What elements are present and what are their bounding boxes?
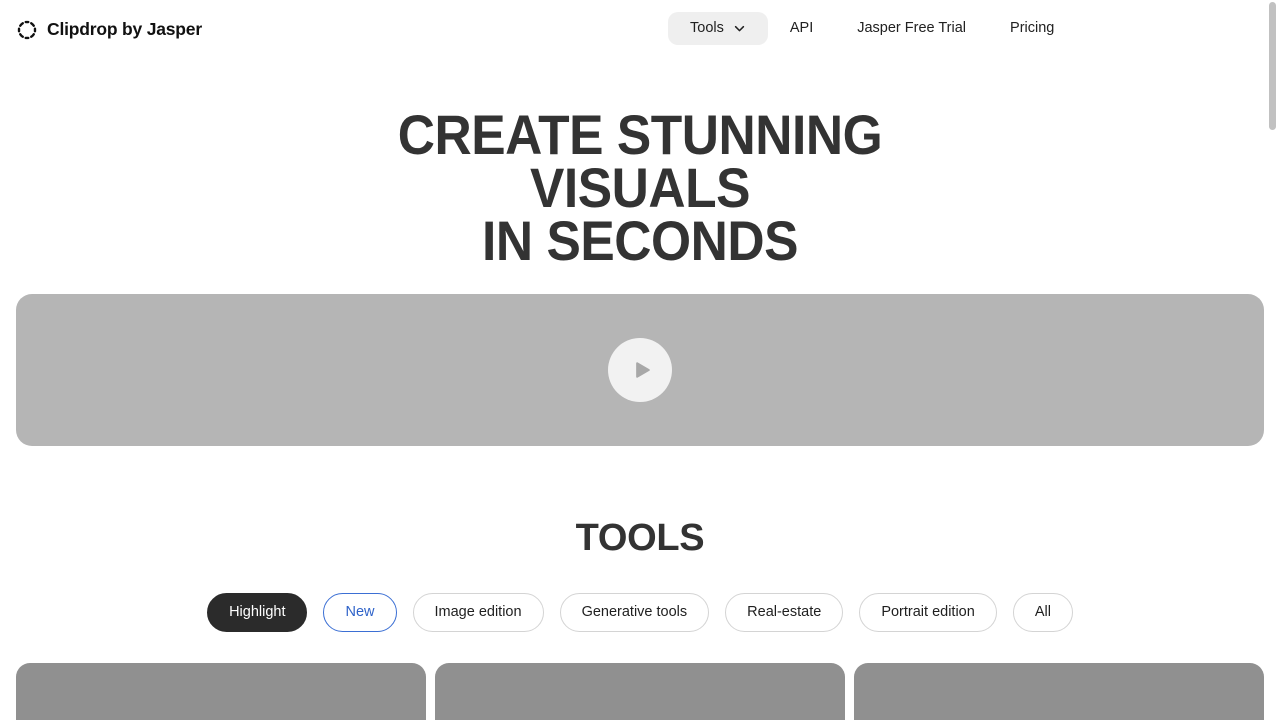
brand-name: Clipdrop (47, 19, 118, 40)
hero-title-line-1: CREATE STUNNING VISUALS (397, 103, 883, 219)
filter-pill-real-estate[interactable]: Real-estate (725, 593, 844, 632)
chevron-down-icon (734, 25, 745, 32)
nav-item-tools-label: Tools (690, 20, 724, 36)
filter-pill-highlight[interactable]: Highlight (207, 593, 308, 632)
nav-item-jasper-free-trial[interactable]: Jasper Free Trial (835, 12, 988, 45)
page-title: CREATE STUNNING VISUALS IN SECONDS (281, 107, 999, 269)
main-navigation: Tools API Jasper Free Trial Pricing (668, 12, 1076, 45)
hero-video-player[interactable] (16, 294, 1264, 446)
tools-section: TOOLS Highlight New Image edition Genera… (0, 446, 1280, 720)
brand-logo-link[interactable]: Clipdrop by Jasper (16, 19, 202, 41)
tool-card[interactable] (16, 662, 426, 720)
tool-card[interactable] (435, 662, 845, 720)
filter-pill-new[interactable]: New (323, 593, 397, 632)
tools-section-title: TOOLS (575, 517, 705, 559)
brand-suffix: by Jasper (122, 19, 202, 40)
nav-item-tools[interactable]: Tools (668, 12, 768, 45)
filter-pill-generative-tools[interactable]: Generative tools (559, 593, 710, 632)
nav-item-api[interactable]: API (768, 12, 835, 45)
play-button[interactable] (608, 338, 672, 402)
filter-pill-portrait-edition[interactable]: Portrait edition (859, 593, 997, 632)
brand-text: Clipdrop by Jasper (47, 21, 202, 39)
nav-item-pricing[interactable]: Pricing (988, 12, 1076, 45)
tools-card-grid (0, 662, 1280, 720)
filter-pill-image-edition[interactable]: Image edition (412, 593, 544, 632)
clipdrop-logo-icon (17, 20, 37, 40)
tool-card[interactable] (854, 662, 1264, 720)
site-header: Clipdrop by Jasper Tools API Jasper Free… (0, 0, 1280, 60)
scrollbar-thumb[interactable] (1269, 2, 1276, 130)
filter-pill-all[interactable]: All (1012, 593, 1073, 632)
page-root: Clipdrop by Jasper Tools API Jasper Free… (0, 0, 1280, 720)
tools-filter-row: Highlight New Image edition Generative t… (0, 593, 1280, 632)
hero-section: CREATE STUNNING VISUALS IN SECONDS (0, 60, 1280, 446)
hero-title-line-2: IN SECONDS (481, 209, 799, 272)
play-icon (635, 362, 650, 378)
vertical-scrollbar[interactable] (1265, 0, 1280, 720)
